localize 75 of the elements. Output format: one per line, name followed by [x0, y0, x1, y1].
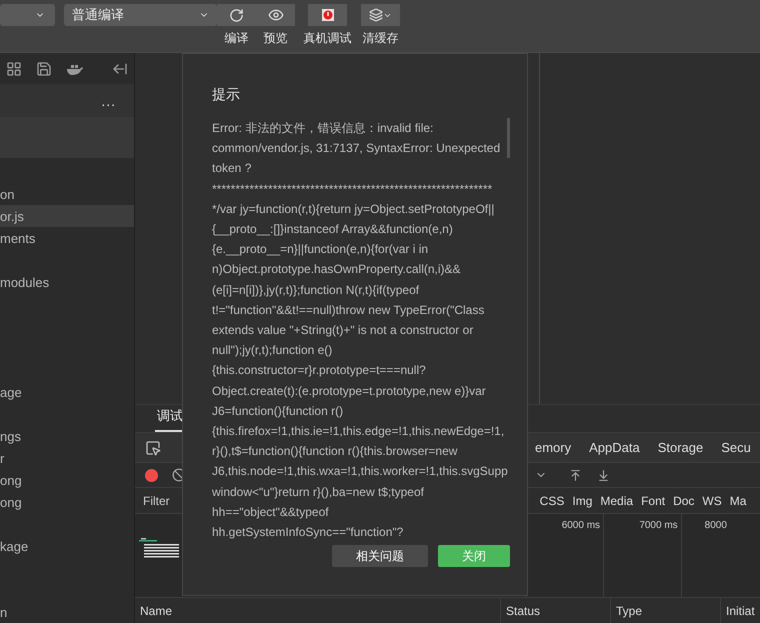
cache-button[interactable]	[361, 4, 400, 26]
panel-tab[interactable]: emory	[535, 440, 572, 455]
error-text-line: hh=="object"&&typeof	[212, 504, 329, 521]
toolbar-label: 编译	[224, 30, 248, 47]
error-text-line: n)Object.prototype.hasOwnProperty.call(n,i)&&	[212, 261, 461, 278]
grid-icon[interactable]	[6, 60, 22, 77]
download-icon[interactable]	[597, 468, 610, 482]
error-text-line: {e.__proto__=n}||function(e,n){for(var i in	[212, 241, 428, 258]
file-item[interactable]: ong	[0, 469, 134, 492]
file-item[interactable]: ong	[0, 491, 134, 514]
column-header[interactable]: Status	[501, 598, 611, 623]
compile-mode-dropdown[interactable]: 普通编译	[64, 4, 217, 26]
file-item[interactable]: ments	[0, 227, 134, 250]
error-text-line: extends value "+String(t)+" is not a constructor or	[212, 322, 474, 340]
file-item[interactable]: kage	[0, 535, 134, 558]
error-text-line: token ?	[212, 160, 252, 178]
error-text-line: window<"u"}return r}(),ba=new t$;typeof	[212, 484, 424, 501]
preview-button[interactable]	[256, 4, 295, 26]
type-filter[interactable]: Ma	[730, 494, 746, 508]
more-menu[interactable]: ...	[101, 92, 116, 109]
error-text-line: r}(),t$=function(){function r(){this.browser=new	[212, 443, 458, 460]
error-text-line: t!="function"&&t!==null)throw new TypeError("Class	[212, 302, 484, 319]
error-text-line: common/vendor.js, 31:7137, SyntaxError: Unexpected	[212, 140, 500, 158]
column-header[interactable]: Type	[611, 598, 721, 623]
error-text-line: {this.firefox=!1,this.ie=!1,this.edge=!1,this.newEdge=!1,	[212, 423, 504, 440]
scrollbar[interactable]	[507, 118, 510, 158]
type-filter[interactable]: CSS	[540, 494, 564, 508]
dialog-title: 提示	[212, 86, 241, 104]
collapse-icon[interactable]	[112, 60, 128, 77]
upload-icon[interactable]	[569, 468, 582, 482]
column-header[interactable]: Initiat	[721, 598, 760, 623]
time-tick: 8000	[704, 520, 727, 533]
error-text-line: hh.getSystemInfoSync=="function"?	[212, 524, 404, 542]
related-issues-button[interactable]: 相关问题	[332, 545, 428, 567]
file-item[interactable]: age	[0, 381, 134, 404]
file-item[interactable]: on	[0, 183, 134, 206]
toolbar-label: 真机调试	[304, 30, 352, 47]
file-item[interactable]: ngs	[0, 425, 134, 448]
toolbar-label: 清缓存	[362, 30, 398, 47]
record-button[interactable]	[145, 468, 158, 482]
layers-icon	[369, 8, 392, 22]
file-item[interactable]: n	[0, 601, 134, 623]
error-text-line: {__proto__:[]}instanceof Array&&function(e,n)	[212, 221, 453, 238]
error-text-line: null");jy(r,t);function e()	[212, 342, 332, 360]
panel-tab[interactable]: Secu	[721, 440, 751, 455]
column-header[interactable]: Name	[135, 598, 501, 623]
refresh-icon	[229, 8, 244, 22]
time-tick: 6000 ms	[562, 520, 600, 533]
error-text-line: ************************************************************	[212, 180, 492, 198]
type-filter[interactable]: WS	[702, 494, 722, 508]
device-icon	[322, 9, 334, 21]
whale-icon[interactable]	[66, 62, 84, 75]
error-text-line: {this.constructor=r}r.prototype=t===null?	[212, 362, 426, 380]
type-filter[interactable]: Media	[600, 494, 634, 508]
file-item[interactable]: r	[0, 447, 134, 470]
inspect-icon[interactable]	[145, 440, 161, 456]
eye-icon	[268, 7, 284, 23]
device-button[interactable]	[308, 4, 347, 26]
type-filter[interactable]: Font	[641, 494, 666, 508]
save-icon[interactable]	[36, 60, 52, 77]
toolbar-label: 预览	[264, 30, 288, 47]
error-text-line: Object.create(t):(e.prototype=t.prototype,new e)}var	[212, 382, 486, 400]
filter-label: Filter	[143, 494, 170, 508]
file-item[interactable]: modules	[0, 271, 134, 294]
error-text-line: */var jy=function(r,t){return jy=Object.setPrototypeOf||	[212, 200, 494, 218]
panel-tab[interactable]: Storage	[658, 440, 704, 455]
error-text-line: J6=function(){function r()	[212, 402, 344, 420]
file-item[interactable]: or.js	[0, 205, 134, 228]
type-filter[interactable]: Img	[572, 494, 592, 508]
panel-tab[interactable]: AppData	[589, 440, 640, 455]
type-filter[interactable]: Doc	[673, 494, 694, 508]
error-text-line: (e[i]=n[i])},jy(r,t)};function N(r,t){if(typeof	[212, 282, 420, 299]
time-tick: 7000 ms	[639, 520, 678, 533]
error-text-line: Error: 非法的文件，错误信息：invalid file:	[212, 120, 434, 137]
error-text-line: J6,this.node=!1,this.wxa=!1,this.worker=!1,this.svgSupp	[212, 463, 508, 480]
